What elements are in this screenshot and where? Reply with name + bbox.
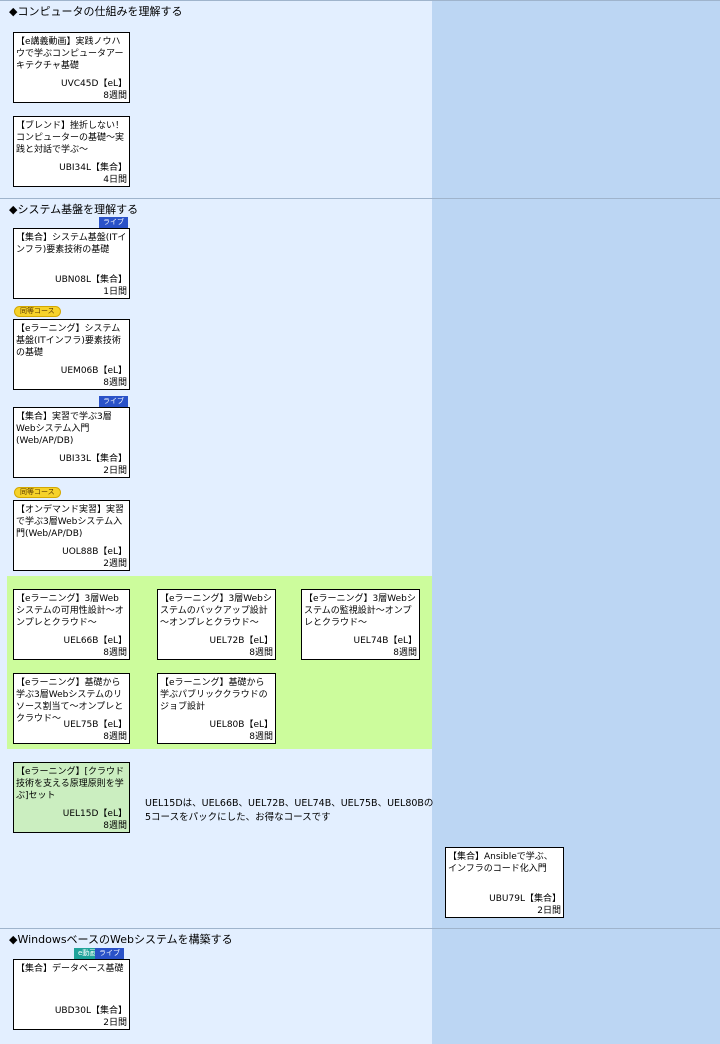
course-code: UBI33L【集合】: [59, 454, 127, 464]
course-duration: 8週間: [103, 648, 127, 658]
course-card-uem06b[interactable]: 【eラーニング】システム基盤(ITインフラ)要素技術の基礎 UEM06B【eL】…: [13, 319, 130, 390]
course-duration: 1日間: [103, 287, 127, 297]
section-title-windows: ◆WindowsベースのWebシステムを構築する: [9, 933, 233, 946]
live-badge: ライブ: [95, 948, 124, 959]
course-title: 【e講義動画】実践ノウハウで学ぶコンピュータアーキテクチャ基礎: [16, 37, 124, 71]
course-code: UBN08L【集合】: [55, 275, 127, 285]
course-title: 【集合】Ansibleで学ぶ、インフラのコード化入門: [448, 852, 553, 874]
divider: [0, 0, 720, 1]
pack-note-line: UEL15Dは、UEL66B、UEL72B、UEL74B、UEL75B、UEL8…: [145, 798, 434, 809]
course-duration: 8週間: [249, 732, 273, 742]
course-duration: 8週間: [103, 378, 127, 388]
course-code: UEM06B【eL】: [60, 366, 127, 376]
course-card-uel72b[interactable]: 【eラーニング】3層Webシステムのバックアップ設計～オンプレとクラウド～ UE…: [157, 589, 276, 660]
course-code: UEL74B【eL】: [353, 636, 417, 646]
course-title: 【オンデマンド実習】実習で学ぶ3層Webシステム入門(Web/AP/DB): [16, 505, 125, 539]
course-title: 【eラーニング】3層Webシステムの可用性設計～オンプレとクラウド～: [16, 594, 124, 628]
course-title: 【eラーニング】基礎から学ぶパブリッククラウドのジョブ設計: [160, 678, 268, 712]
course-code: UVC45D【eL】: [61, 79, 127, 89]
equivalent-course-badge: 同等コース: [14, 487, 61, 498]
course-duration: 2日間: [103, 1018, 127, 1028]
course-title: 【集合】システム基盤(ITインフラ)要素技術の基礎: [16, 233, 127, 255]
course-duration: 8週間: [103, 91, 127, 101]
pack-note: UEL15Dは、UEL66B、UEL72B、UEL74B、UEL75B、UEL8…: [145, 797, 433, 825]
course-code: UEL15D【eL】: [62, 809, 127, 819]
course-title: 【集合】データベース基礎: [16, 964, 124, 974]
course-code: UEL66B【eL】: [63, 636, 127, 646]
course-code: UEL72B【eL】: [209, 636, 273, 646]
divider: [0, 928, 720, 929]
course-code: UEL75B【eL】: [63, 720, 127, 730]
course-code: UBU79L【集合】: [489, 894, 561, 904]
course-card-uel80b[interactable]: 【eラーニング】基礎から学ぶパブリッククラウドのジョブ設計 UEL80B【eL】…: [157, 673, 276, 744]
course-card-ubd30l[interactable]: 【集合】データベース基礎 UBD30L【集合】 2日間: [13, 959, 130, 1030]
course-duration: 2日間: [537, 906, 561, 916]
live-badge: ライブ: [99, 396, 128, 407]
section-title-system: ◆システム基盤を理解する: [9, 203, 139, 216]
course-duration: 2日間: [103, 466, 127, 476]
course-duration: 4日間: [103, 175, 127, 185]
course-duration: 8週間: [393, 648, 417, 658]
course-code: UOL88B【eL】: [62, 547, 127, 557]
course-title: 【eラーニング】3層Webシステムのバックアップ設計～オンプレとクラウド～: [160, 594, 272, 628]
course-card-ubi34l[interactable]: 【ブレンド】挫折しない！コンピューターの基礎～実践と対話で学ぶ～ UBI34L【…: [13, 116, 130, 187]
course-code: UBI34L【集合】: [59, 163, 127, 173]
course-title: 【集合】実習で学ぶ3層Webシステム入門(Web/AP/DB): [16, 412, 112, 446]
course-card-uel66b[interactable]: 【eラーニング】3層Webシステムの可用性設計～オンプレとクラウド～ UEL66…: [13, 589, 130, 660]
course-card-ubn08l[interactable]: 【集合】システム基盤(ITインフラ)要素技術の基礎 UBN08L【集合】 1日間: [13, 228, 130, 299]
course-card-ubu79l[interactable]: 【集合】Ansibleで学ぶ、インフラのコード化入門 UBU79L【集合】 2日…: [445, 847, 564, 918]
course-card-uol88b[interactable]: 【オンデマンド実習】実習で学ぶ3層Webシステム入門(Web/AP/DB) UO…: [13, 500, 130, 571]
course-duration: 8週間: [249, 648, 273, 658]
course-duration: 8週間: [103, 732, 127, 742]
course-title: 【eラーニング】3層Webシステムの監視設計～オンプレとクラウド～: [304, 594, 416, 628]
course-title: 【eラーニング】システム基盤(ITインフラ)要素技術の基礎: [16, 324, 121, 358]
divider: [0, 198, 720, 199]
course-card-uel74b[interactable]: 【eラーニング】3層Webシステムの監視設計～オンプレとクラウド～ UEL74B…: [301, 589, 420, 660]
course-card-ubi33l[interactable]: 【集合】実習で学ぶ3層Webシステム入門(Web/AP/DB) UBI33L【集…: [13, 407, 130, 478]
live-badge: ライブ: [99, 217, 128, 228]
course-card-uvc45d[interactable]: 【e講義動画】実践ノウハウで学ぶコンピュータアーキテクチャ基礎 UVC45D【e…: [13, 32, 130, 103]
course-title: 【eラーニング】[クラウド技術を支える原理原則を学ぶ]セット: [16, 767, 125, 801]
course-card-uel15d[interactable]: 【eラーニング】[クラウド技術を支える原理原則を学ぶ]セット UEL15D【eL…: [13, 762, 130, 833]
course-duration: 8週間: [103, 821, 127, 831]
equivalent-course-badge: 同等コース: [14, 306, 61, 317]
section-title-computer: ◆コンピュータの仕組みを理解する: [9, 5, 183, 18]
pack-note-line: 5コースをパックにした、お得なコースです: [145, 812, 331, 823]
course-title: 【eラーニング】基礎から学ぶ3層Webシステムのリソース割当て～オンプレとクラウ…: [16, 678, 124, 724]
course-code: UBD30L【集合】: [54, 1006, 127, 1016]
course-card-uel75b[interactable]: 【eラーニング】基礎から学ぶ3層Webシステムのリソース割当て～オンプレとクラウ…: [13, 673, 130, 744]
course-duration: 2週間: [103, 559, 127, 569]
course-title: 【ブレンド】挫折しない！コンピューターの基礎～実践と対話で学ぶ～: [16, 121, 125, 155]
course-code: UEL80B【eL】: [209, 720, 273, 730]
